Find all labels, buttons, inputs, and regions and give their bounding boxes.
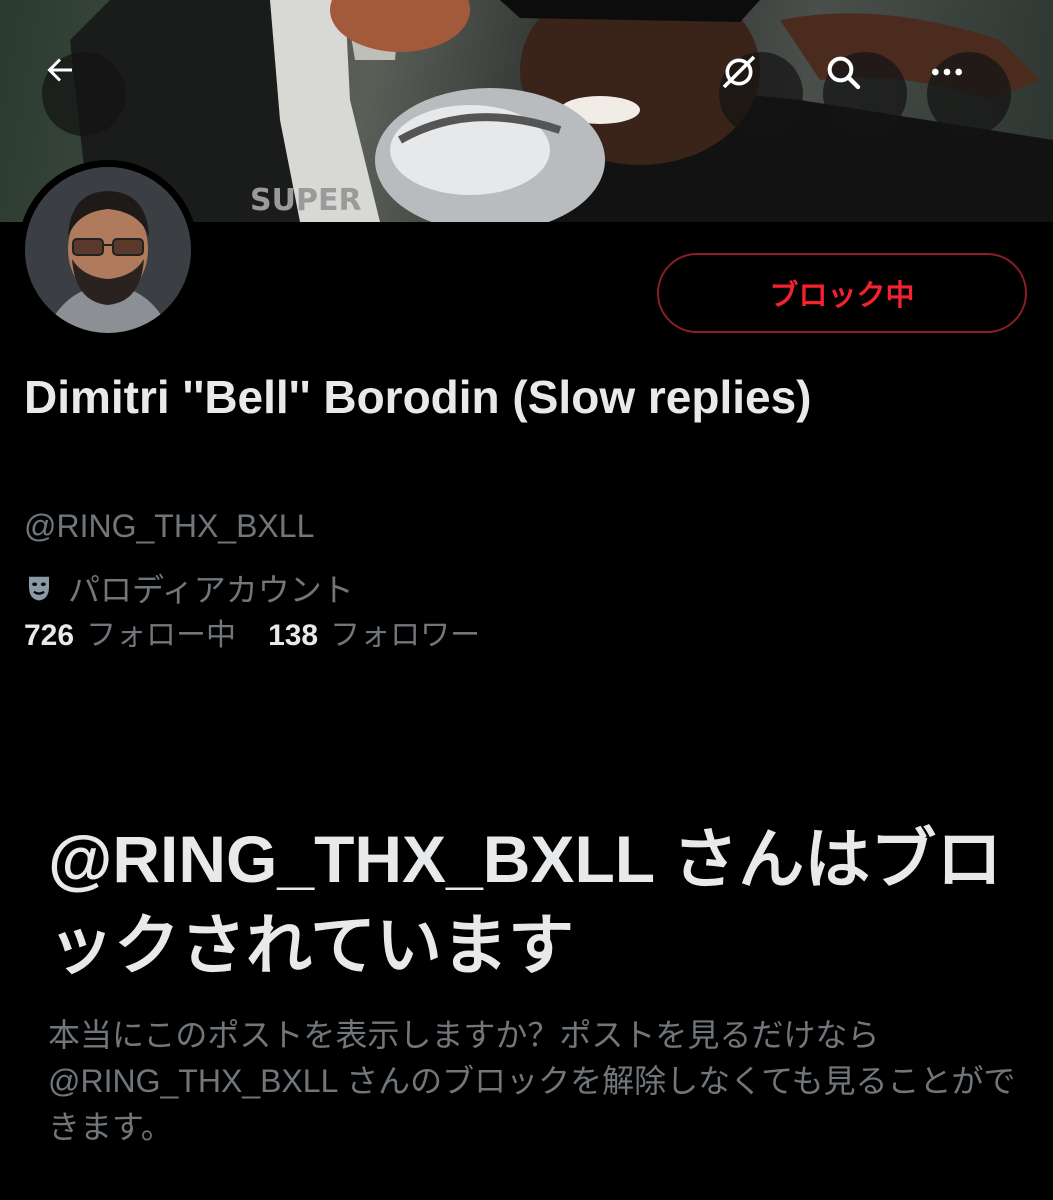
more-button[interactable] (927, 52, 1011, 136)
following-link[interactable]: 726 フォロー中 (24, 610, 236, 654)
follow-stats: 726 フォロー中 138 フォロワー (24, 610, 480, 654)
avatar-photo (25, 167, 191, 333)
arrow-left-icon (47, 58, 72, 82)
grok-button[interactable] (719, 52, 803, 136)
followers-link[interactable]: 138 フォロワー (268, 610, 480, 654)
user-handle: @RING_THX_BXLL (24, 508, 315, 544)
theater-mask-icon (24, 573, 54, 603)
blocked-notice-title: @RING_THX_BXLL さんはブロックされています (48, 822, 1003, 982)
following-label: フォロー中 (86, 619, 237, 652)
back-button[interactable] (42, 52, 126, 136)
blocked-notice-description: 本当にこのポストを表示しますか？ポストを見るだけなら@RING_THX_BXLL… (48, 1017, 1016, 1145)
more-icon (932, 68, 962, 76)
display-name: Dimitri ''Bell'' Borodin (Slow replies) (24, 371, 812, 423)
blocking-button[interactable]: ブロック中 (657, 253, 1027, 333)
search-icon (827, 56, 861, 90)
svg-text:SUPER: SUPER (250, 183, 362, 218)
followers-count: 138 (268, 619, 319, 652)
search-button[interactable] (823, 52, 907, 136)
followers-label: フォロワー (330, 619, 481, 652)
parody-account-label: パロディアカウント (24, 565, 354, 611)
avatar[interactable] (18, 160, 198, 340)
parody-label-text: パロディアカウント (68, 572, 354, 608)
following-count: 726 (24, 619, 75, 652)
grok-icon (722, 55, 756, 89)
